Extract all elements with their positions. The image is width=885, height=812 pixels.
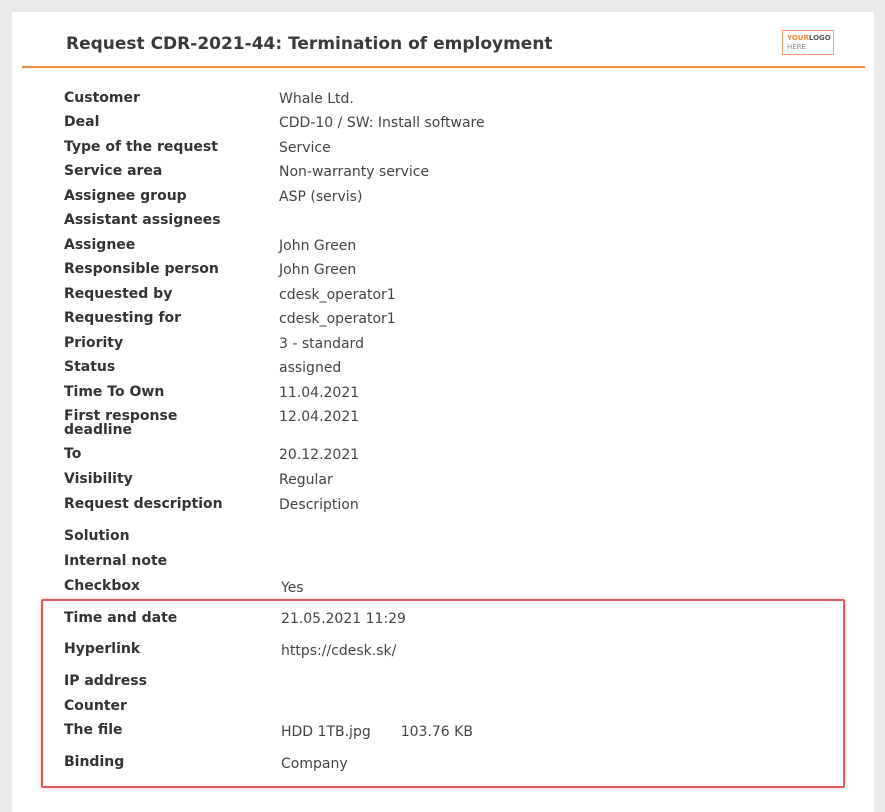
field-value: Whale Ltd. (279, 91, 354, 107)
field-label: Responsible person (64, 261, 219, 277)
field-label: Service area (64, 163, 163, 179)
file-size: 103.76 KB (400, 724, 473, 740)
page-title: Request CDR-2021-44: Termination of empl… (66, 34, 553, 54)
field-value: cdesk_operator1 (279, 311, 396, 327)
field-label: Requesting for (64, 310, 182, 326)
field-label: Assistant assignees (64, 212, 221, 228)
field-label: Assignee group (64, 188, 187, 204)
field-value: Non-warranty service (279, 164, 430, 180)
field-value: assigned (279, 360, 342, 376)
field-value: 21.05.2021 11:29 (281, 611, 406, 627)
field-label: Priority (64, 335, 124, 351)
field-value: 20.12.2021 (279, 447, 360, 463)
field-label: IP address (64, 673, 147, 689)
field-label: Counter (64, 698, 127, 714)
field-label: Requested by (64, 286, 173, 302)
field-label: The file (64, 722, 123, 738)
field-value: John Green (279, 262, 357, 278)
field-label: Type of the request (64, 139, 218, 155)
field-value: Service (279, 140, 331, 156)
company-logo: YOURLOGO HERE (782, 30, 834, 55)
field-label: Customer (64, 90, 140, 106)
field-label: Time and date (64, 610, 178, 626)
field-value: Description (279, 497, 359, 513)
hyperlink-value[interactable]: https://cdesk.sk/ (281, 643, 396, 659)
field-value: 11.04.2021 (279, 385, 360, 401)
field-label: Solution (64, 528, 130, 544)
field-value: Company (281, 756, 348, 772)
field-value: CDD-10 / SW: Install software (279, 115, 485, 131)
field-label: First response deadline (64, 408, 178, 438)
request-document: Request CDR-2021-44: Termination of empl… (12, 12, 874, 812)
field-label: Deal (64, 114, 100, 130)
field-value: Regular (279, 472, 333, 488)
field-value: John Green (279, 238, 357, 254)
field-label: Visibility (64, 471, 133, 487)
field-label: Assignee (64, 237, 136, 253)
logo-text-logo: LOGO (808, 34, 831, 42)
field-value: 12.04.2021 (279, 409, 360, 425)
document-header: Request CDR-2021-44: Termination of empl… (22, 12, 865, 68)
field-label: Checkbox (64, 578, 141, 594)
field-label: Time To Own (64, 384, 165, 400)
file-name[interactable]: HDD 1TB.jpg (281, 724, 371, 740)
field-label: Hyperlink (64, 641, 141, 657)
field-label: Request description (64, 496, 223, 512)
logo-text-here: HERE (787, 43, 806, 51)
field-label: Internal note (64, 553, 168, 569)
field-label: Binding (64, 754, 125, 770)
field-label: Status (64, 359, 116, 375)
field-value: cdesk_operator1 (279, 287, 396, 303)
field-value: ASP (servis) (279, 189, 363, 205)
logo-text-your: YOUR (787, 34, 809, 42)
file-attachment[interactable]: HDD 1TB.jpg 103.76 KB (281, 724, 473, 740)
field-label: To (64, 446, 82, 462)
field-value: 3 - standard (279, 336, 364, 352)
field-value: Yes (281, 580, 304, 596)
